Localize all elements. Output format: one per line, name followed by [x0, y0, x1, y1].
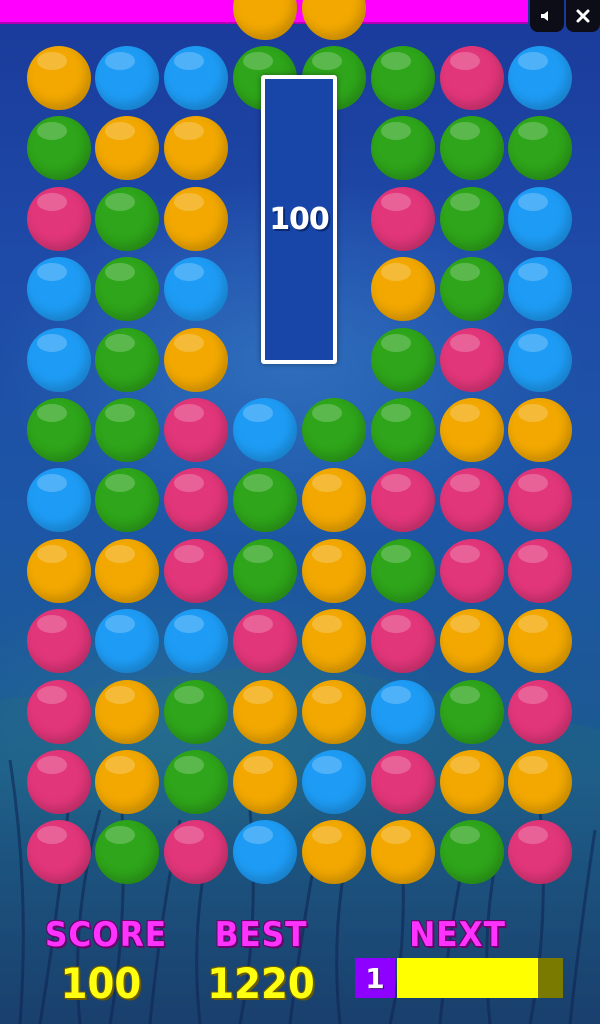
- ball-blue[interactable]: [233, 820, 297, 885]
- ball-pink[interactable]: [164, 538, 228, 603]
- ball-orange[interactable]: [302, 609, 366, 674]
- ball-blue[interactable]: [27, 257, 91, 322]
- best-label: BEST: [214, 915, 308, 955]
- ball-green[interactable]: [95, 820, 159, 885]
- ball-green[interactable]: [371, 46, 435, 110]
- level-progress-bar: [397, 958, 563, 998]
- level-number: 1: [355, 958, 395, 998]
- ball-green[interactable]: [371, 398, 435, 462]
- ball-orange[interactable]: [302, 679, 366, 744]
- ball-orange[interactable]: [302, 538, 366, 603]
- falling-ball-orange[interactable]: [302, 0, 366, 40]
- ball-orange[interactable]: [302, 468, 366, 533]
- ball-green[interactable]: [440, 116, 504, 181]
- ball-blue[interactable]: [95, 46, 159, 110]
- ball-pink[interactable]: [508, 538, 572, 603]
- ball-green[interactable]: [440, 186, 504, 251]
- ball-orange[interactable]: [27, 46, 91, 110]
- ball-green[interactable]: [371, 116, 435, 181]
- ball-pink[interactable]: [164, 398, 228, 462]
- ball-blue[interactable]: [371, 679, 435, 744]
- ball-pink[interactable]: [508, 679, 572, 744]
- ball-blue[interactable]: [164, 257, 228, 322]
- ball-orange[interactable]: [95, 116, 159, 181]
- ball-orange[interactable]: [233, 679, 297, 744]
- falling-ball-orange[interactable]: [233, 0, 297, 40]
- ball-blue[interactable]: [164, 609, 228, 674]
- ball-orange[interactable]: [440, 609, 504, 674]
- ball-green[interactable]: [371, 327, 435, 392]
- ball-blue[interactable]: [27, 468, 91, 533]
- ball-orange[interactable]: [371, 820, 435, 885]
- ball-blue[interactable]: [508, 46, 572, 110]
- ball-pink[interactable]: [164, 820, 228, 885]
- ball-orange[interactable]: [164, 327, 228, 392]
- ball-green[interactable]: [508, 116, 572, 181]
- ball-pink[interactable]: [440, 327, 504, 392]
- ball-orange[interactable]: [508, 609, 572, 674]
- ball-orange[interactable]: [371, 257, 435, 322]
- ball-pink[interactable]: [27, 609, 91, 674]
- ball-blue[interactable]: [233, 398, 297, 462]
- ball-pink[interactable]: [440, 538, 504, 603]
- ball-green[interactable]: [371, 538, 435, 603]
- ball-green[interactable]: [302, 398, 366, 462]
- ball-green[interactable]: [440, 820, 504, 885]
- ball-blue[interactable]: [302, 750, 366, 814]
- ball-green[interactable]: [95, 186, 159, 251]
- ball-orange[interactable]: [508, 750, 572, 814]
- ball-blue[interactable]: [508, 257, 572, 322]
- ball-green[interactable]: [440, 257, 504, 322]
- ball-pink[interactable]: [440, 46, 504, 110]
- ball-green[interactable]: [164, 750, 228, 814]
- ball-pink[interactable]: [371, 186, 435, 251]
- ball-pink[interactable]: [27, 750, 91, 814]
- ball-blue[interactable]: [508, 327, 572, 392]
- ball-pink[interactable]: [440, 468, 504, 533]
- ball-pink[interactable]: [164, 468, 228, 533]
- ball-green[interactable]: [27, 116, 91, 181]
- ball-orange[interactable]: [302, 820, 366, 885]
- ball-pink[interactable]: [371, 750, 435, 814]
- ball-green[interactable]: [164, 679, 228, 744]
- ball-orange[interactable]: [440, 398, 504, 462]
- ball-orange[interactable]: [508, 398, 572, 462]
- ball-orange[interactable]: [95, 679, 159, 744]
- ball-pink[interactable]: [508, 820, 572, 885]
- ball-orange[interactable]: [95, 538, 159, 603]
- ball-green[interactable]: [95, 327, 159, 392]
- ball-blue[interactable]: [95, 609, 159, 674]
- score-label: SCORE: [44, 915, 168, 955]
- ball-orange[interactable]: [233, 750, 297, 814]
- ball-pink[interactable]: [27, 186, 91, 251]
- ball-orange[interactable]: [27, 538, 91, 603]
- ball-green[interactable]: [27, 398, 91, 462]
- ball-blue[interactable]: [508, 186, 572, 251]
- ball-green[interactable]: [95, 468, 159, 533]
- ball-blue[interactable]: [27, 327, 91, 392]
- ball-pink[interactable]: [508, 468, 572, 533]
- best-value: 1220: [207, 959, 315, 1008]
- ball-blue[interactable]: [164, 46, 228, 110]
- ball-orange[interactable]: [95, 750, 159, 814]
- ball-green[interactable]: [233, 538, 297, 603]
- ball-orange[interactable]: [164, 116, 228, 181]
- ball-pink[interactable]: [27, 679, 91, 744]
- ball-green[interactable]: [440, 679, 504, 744]
- points-popup-value: 100: [269, 202, 330, 237]
- ball-green[interactable]: [95, 257, 159, 322]
- ball-pink[interactable]: [27, 820, 91, 885]
- ball-orange[interactable]: [440, 750, 504, 814]
- ball-pink[interactable]: [371, 468, 435, 533]
- ball-green[interactable]: [233, 468, 297, 533]
- ball-orange[interactable]: [164, 186, 228, 251]
- score-value: 100: [60, 959, 142, 1008]
- ball-green[interactable]: [95, 398, 159, 462]
- points-popup: 100: [261, 75, 337, 364]
- ball-pink[interactable]: [371, 609, 435, 674]
- level-progress-fill: [397, 958, 539, 998]
- next-level-label: NEXT LEVEL: [402, 915, 513, 997]
- ball-pink[interactable]: [233, 609, 297, 674]
